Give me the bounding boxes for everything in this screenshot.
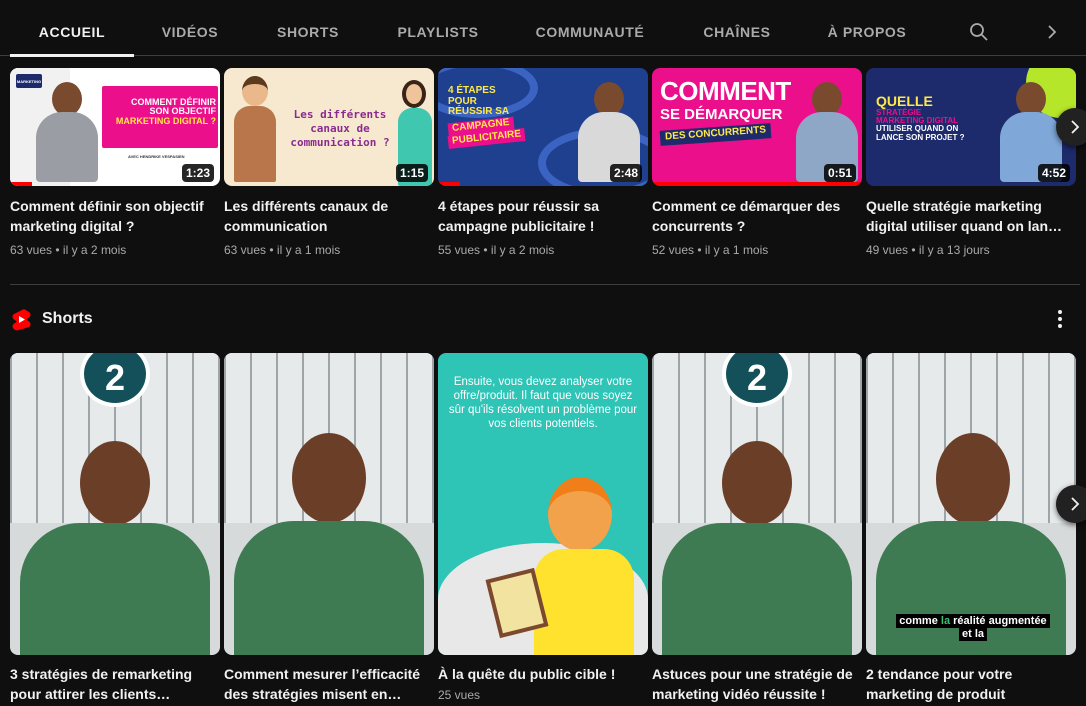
short-thumbnail[interactable]: Ensuite, vous devez analyser votre offre…: [438, 353, 648, 655]
video-meta: 52 vues • il y a 1 mois: [652, 243, 769, 257]
thumbnail-text: 4 ÉTAPES POUR RÉUSSIR SA CAMPAGNE PUBLIC…: [447, 85, 526, 149]
presenter-head: [722, 441, 792, 525]
video-title[interactable]: Comment définir son objectif marketing d…: [10, 196, 220, 236]
channel-tabs: ACCUEIL VIDÉOS SHORTS PLAYLISTS COMMUNAU…: [0, 0, 1086, 57]
watch-progress-bar: [10, 182, 32, 186]
search-icon[interactable]: [967, 18, 991, 46]
video-thumbnail[interactable]: 4 ÉTAPES POUR RÉUSSIR SA CAMPAGNE PUBLIC…: [438, 68, 648, 186]
thumbnail-text: COMMENT SE DÉMARQUER DES CONCURRENTS: [659, 77, 791, 146]
thumbnail-subtext: AVEC HENDRIKE VESPASIEN: [128, 154, 185, 159]
chevron-right-icon: [1071, 497, 1080, 511]
cartoon-torso: [534, 549, 634, 655]
video-caption: comme la réalité augmentée et la: [888, 614, 1058, 641]
video-thumbnail[interactable]: Les différents canaux de communication ?…: [224, 68, 434, 186]
video-meta: 63 vues • il y a 1 mois: [224, 243, 341, 257]
tab-communaute[interactable]: COMMUNAUTÉ: [530, 0, 650, 56]
short-title[interactable]: Comment mesurer l’efficacité des stratég…: [224, 664, 434, 704]
shorts-logo-icon: [12, 309, 31, 331]
tab-videos[interactable]: VIDÉOS: [146, 0, 234, 56]
chevron-right-icon[interactable]: [1040, 18, 1064, 46]
short-thumbnail[interactable]: 2: [10, 353, 220, 655]
thumbnail-text: Les différents canaux de communication ?: [290, 108, 390, 149]
shorts-next-button[interactable]: [1056, 485, 1086, 523]
short-overlay-text: Ensuite, vous devez analyser votre offre…: [448, 376, 638, 430]
cartoon-head: [548, 477, 612, 551]
thumbnail-text: COMMENT DÉFINIR SON OBJECTIF MARKETING D…: [115, 97, 216, 126]
duration-badge: 4:52: [1037, 164, 1070, 182]
cartoon-man-figure: [232, 74, 276, 182]
tab-playlists[interactable]: PLAYLISTS: [390, 0, 486, 56]
watch-progress-bar: [652, 182, 862, 186]
shelf-title: Shorts: [42, 310, 93, 327]
short-thumbnail[interactable]: [224, 353, 434, 655]
presenter-head: [292, 433, 366, 523]
video-meta: 49 vues • il y a 13 jours: [866, 243, 990, 257]
video-title[interactable]: Quelle stratégie marketing digital utili…: [866, 196, 1076, 236]
section-divider: [10, 284, 1080, 285]
presenter-torso: [662, 523, 852, 655]
more-vert-icon[interactable]: [1050, 308, 1070, 330]
short-views: 25 vues: [438, 688, 481, 702]
duration-badge: 0:51: [823, 164, 856, 182]
short-thumbnail[interactable]: 2: [652, 353, 862, 655]
shorts-shelf-header: Shorts: [10, 306, 93, 332]
short-title[interactable]: À la quête du public cible !: [438, 664, 648, 684]
tab-chaines[interactable]: CHAÎNES: [694, 0, 780, 56]
video-meta: 55 vues • il y a 2 mois: [438, 243, 555, 257]
watch-progress-bar: [438, 182, 460, 186]
presenter-figure: [34, 82, 100, 186]
video-title[interactable]: Comment ce démarquer des concurrents ?: [652, 196, 862, 236]
tab-shorts[interactable]: SHORTS: [268, 0, 348, 56]
shelf-next-button[interactable]: [1056, 108, 1086, 146]
tab-a-propos[interactable]: À PROPOS: [822, 0, 912, 56]
short-title[interactable]: 2 tendance pour votre marketing de produ…: [866, 664, 1076, 704]
duration-badge: 1:15: [395, 164, 428, 182]
video-title[interactable]: 4 étapes pour réussir sa campagne public…: [438, 196, 648, 236]
duration-badge: 1:23: [181, 164, 214, 182]
short-title[interactable]: 3 stratégies de remarketing pour attirer…: [10, 664, 220, 704]
video-thumbnail[interactable]: COMMENT SE DÉMARQUER DES CONCURRENTS 0:5…: [652, 68, 862, 186]
presenter-head: [80, 441, 150, 525]
presenter-torso: [20, 523, 210, 655]
thumbnail-text: QUELLE STRATÉGIE MARKETING DIGITAL UTILI…: [876, 93, 965, 142]
short-title[interactable]: Astuces pour une stratégie de marketing …: [652, 664, 862, 704]
short-thumbnail[interactable]: comme la réalité augmentée et la: [866, 353, 1076, 655]
video-meta: 63 vues • il y a 2 mois: [10, 243, 127, 257]
duration-badge: 2:48: [609, 164, 642, 182]
presenter-head: [936, 433, 1010, 525]
chevron-right-icon: [1071, 120, 1080, 134]
tab-accueil[interactable]: ACCUEIL: [10, 0, 134, 57]
video-thumbnail[interactable]: QUELLE STRATÉGIE MARKETING DIGITAL UTILI…: [866, 68, 1076, 186]
video-title[interactable]: Les différents canaux de communication: [224, 196, 434, 236]
presenter-torso: [234, 521, 424, 655]
video-thumbnail[interactable]: MARKETING COMMENT DÉFINIR SON OBJECTIF M…: [10, 68, 220, 186]
